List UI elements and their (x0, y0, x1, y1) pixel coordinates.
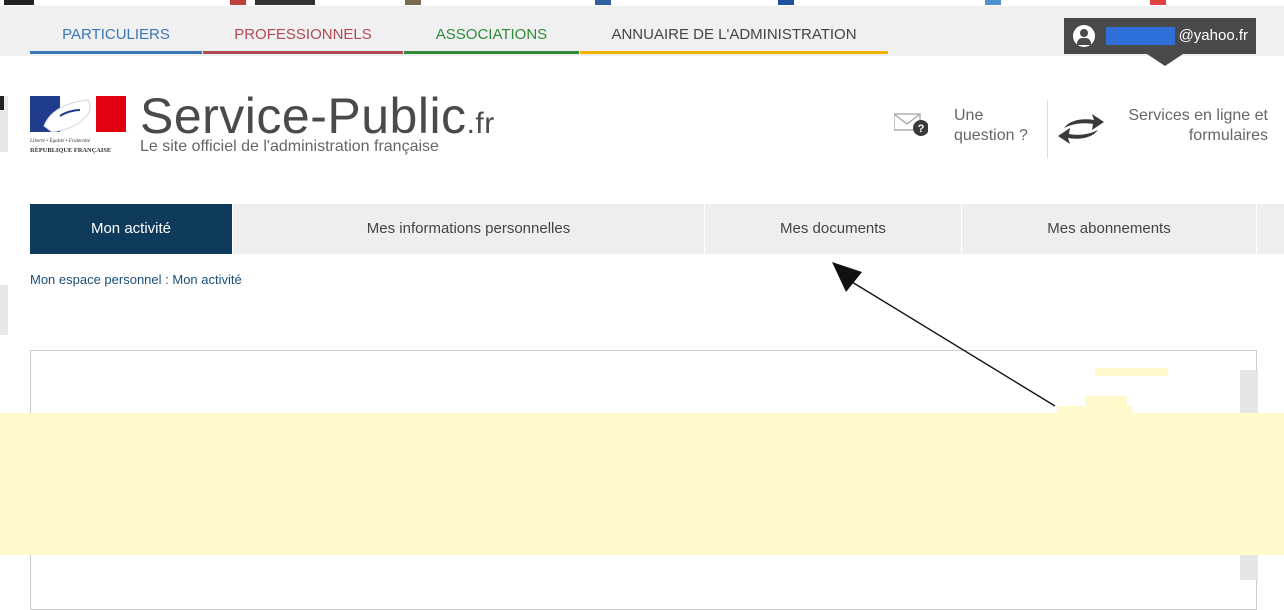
tab-underline (203, 51, 403, 54)
tab-annuaire[interactable]: ANNUAIRE DE L'ADMINISTRATION (580, 16, 888, 54)
tab-underline (30, 51, 202, 54)
svg-text:?: ? (918, 123, 925, 135)
question-label: Une question ? (954, 107, 1028, 144)
audience-bar: PARTICULIERS PROFESSIONNELS ASSOCIATIONS… (0, 6, 1284, 66)
logo-republique: RÉPUBLIQUE FRANÇAISE (30, 146, 111, 154)
tab-mes-abonnements[interactable]: Mes abonnements (962, 204, 1257, 254)
tab-mes-documents[interactable]: Mes documents (705, 204, 962, 254)
bookmark-icon[interactable] (4, 0, 34, 5)
tab-associations[interactable]: ASSOCIATIONS (404, 16, 579, 54)
swap-arrows-icon (1058, 114, 1104, 144)
logo-motto: Liberté • Égalité • Fraternité (30, 136, 91, 144)
account-nav: Mon activité Mes informations personnell… (30, 204, 1284, 254)
tab-underline (404, 51, 579, 54)
header-divider (1047, 100, 1048, 158)
tab-label: Mes documents (780, 220, 886, 237)
services-label: Services en ligne et formulaires (1128, 107, 1268, 144)
bookmark-icon[interactable] (255, 0, 315, 5)
site-name: Service-Public (140, 88, 467, 144)
breadcrumb[interactable]: Mon espace personnel : Mon activité (30, 272, 242, 287)
bookmark-icon[interactable] (1150, 0, 1166, 5)
bookmark-icon[interactable] (230, 0, 246, 5)
tab-label: Mes abonnements (1047, 220, 1171, 237)
envelope-question-icon: ? (894, 113, 928, 136)
tab-underline (580, 51, 888, 54)
bookmark-icon[interactable] (985, 0, 1001, 5)
tab-professionnels[interactable]: PROFESSIONNELS (203, 16, 403, 54)
site-tagline: Le site officiel de l'administration fra… (140, 138, 439, 155)
tab-mes-informations[interactable]: Mes informations personnelles (233, 204, 705, 254)
highlight-overlay (0, 413, 1284, 555)
menu-pointer (1147, 54, 1183, 66)
marianne-logo[interactable]: Liberté • Égalité • Fraternité RÉPUBLIQU… (30, 96, 126, 156)
tab-label: PROFESSIONNELS (234, 26, 372, 43)
user-account-menu[interactable]: @yahoo.fr (1064, 18, 1256, 66)
bookmark-icon[interactable] (778, 0, 794, 5)
user-email: @yahoo.fr (1174, 18, 1248, 54)
side-mark (0, 96, 4, 110)
bookmark-icon[interactable] (595, 0, 611, 5)
tab-label: PARTICULIERS (62, 26, 170, 43)
tab-label: ANNUAIRE DE L'ADMINISTRATION (611, 26, 857, 43)
site-tld: .fr (466, 107, 495, 140)
tab-label: ASSOCIATIONS (435, 26, 548, 43)
tab-particuliers[interactable]: PARTICULIERS (30, 16, 202, 54)
tab-label: Mes informations personnelles (366, 220, 571, 237)
tab-label: Mon activité (90, 220, 172, 237)
arrow-head (832, 262, 862, 292)
tab-mon-activite[interactable]: Mon activité (30, 204, 233, 254)
highlight-overlay (1095, 368, 1168, 376)
side-strip (0, 285, 8, 335)
bookmark-icon[interactable] (405, 0, 421, 5)
user-avatar-icon (1073, 25, 1095, 47)
